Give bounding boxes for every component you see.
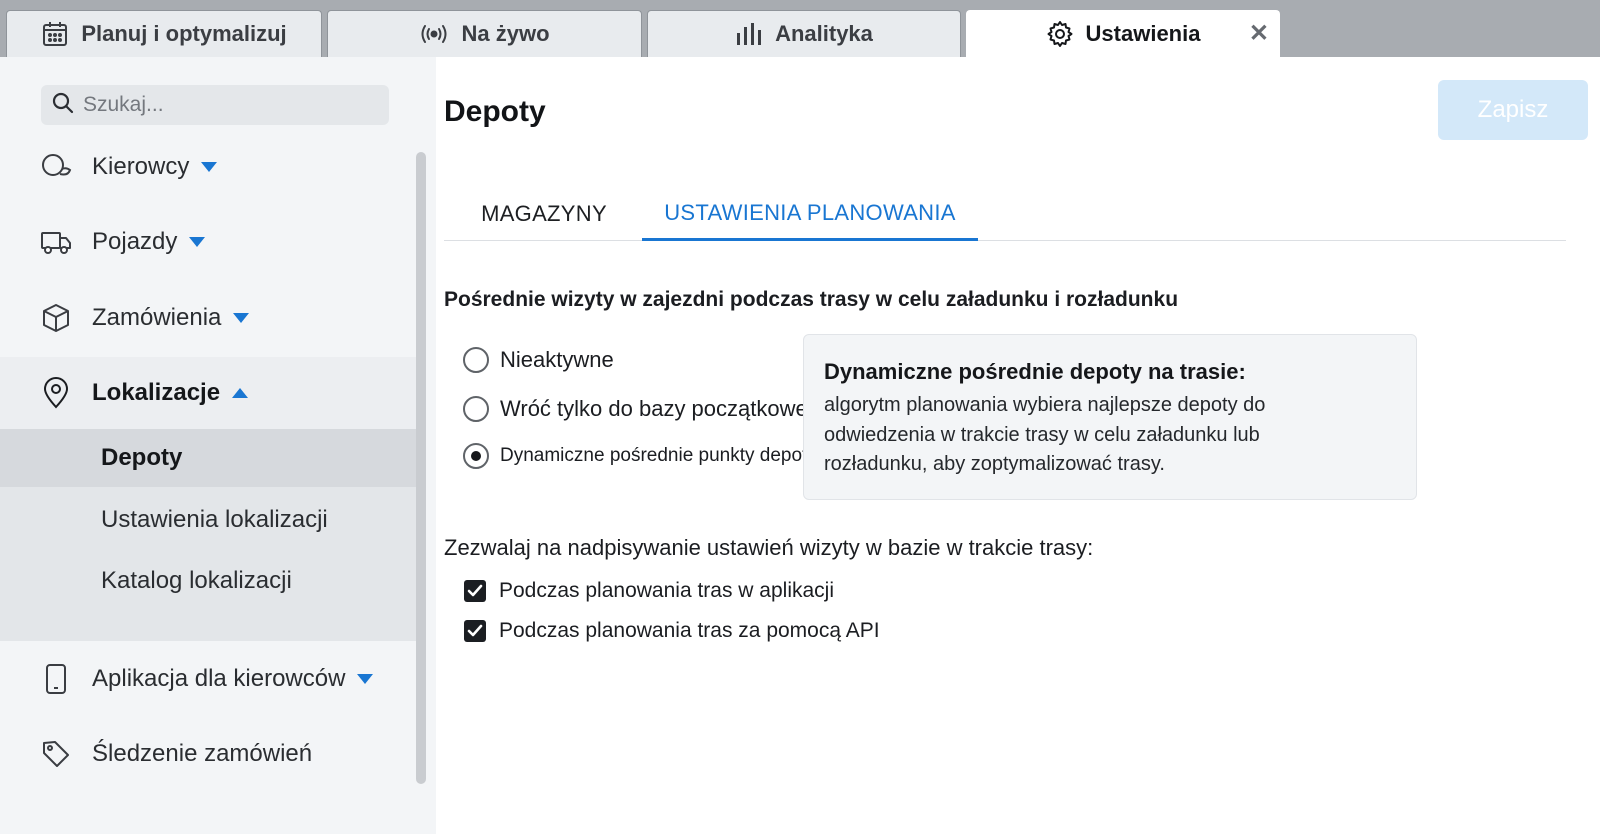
truck-icon — [40, 226, 72, 258]
tab-planning-settings[interactable]: USTAWIENIA PLANOWANIA — [642, 187, 978, 241]
tab-label: Planuj i optymalizuj — [81, 21, 287, 46]
checkbox-checked[interactable] — [464, 620, 486, 642]
checkbox-label: Podczas planowania tras w aplikacji — [499, 579, 835, 602]
radio-option-inactive[interactable]: Nieaktywne — [463, 347, 614, 373]
intermediate-visits-heading: Pośrednie wizyty w zajezdni podczas tras… — [444, 288, 1179, 311]
chevron-down-icon — [357, 674, 374, 684]
radio-label: Wróć tylko do bazy początkowej — [500, 396, 813, 421]
search-input[interactable] — [83, 93, 373, 117]
sidebar-item-drivers[interactable]: Kierowcy — [0, 139, 424, 195]
sidebar-item-label: Zamówienia — [92, 304, 222, 331]
location-pin-icon — [40, 377, 72, 409]
save-button[interactable]: Zapisz — [1438, 80, 1588, 140]
sidebar: Kierowcy Pojazdy Zamówienia Lokalizacje — [0, 57, 436, 834]
tab-live[interactable]: Na żywo — [327, 10, 642, 57]
sidebar-item-locations[interactable]: Lokalizacje — [0, 357, 424, 429]
sidebar-item-label: Pojazdy — [92, 228, 178, 255]
sidebar-subitem-label: Depoty — [101, 444, 183, 471]
chevron-up-icon — [232, 388, 249, 398]
checkbox-app-planning[interactable]: Podczas planowania tras w aplikacji — [464, 579, 834, 603]
bar-chart-icon — [735, 21, 763, 47]
chevron-down-icon — [189, 237, 206, 247]
radio-button-selected[interactable] — [463, 443, 489, 469]
search-box — [41, 85, 389, 125]
page-title: Depoty — [444, 95, 546, 128]
radio-label: Dynamiczne pośrednie punkty depotu — [500, 445, 818, 466]
checkbox-api-planning[interactable]: Podczas planowania tras za pomocą API — [464, 619, 880, 643]
tab-label: Ustawienia — [1085, 21, 1201, 46]
phone-icon — [40, 663, 72, 695]
package-icon — [40, 302, 72, 334]
checkbox-label: Podczas planowania tras za pomocą API — [499, 619, 880, 642]
tab-label: Analityka — [775, 21, 873, 46]
checkbox-checked[interactable] — [464, 580, 486, 602]
radio-button[interactable] — [463, 396, 489, 422]
tab-plan-optimize[interactable]: Planuj i optymalizuj — [6, 10, 322, 57]
sidebar-item-driver-app[interactable]: Aplikacja dla kierowców — [0, 651, 424, 707]
drivers-icon — [40, 151, 72, 183]
gear-icon — [1046, 20, 1074, 48]
override-settings-label: Zezwalaj na nadpisywanie ustawień wizyty… — [444, 535, 1094, 560]
settings-tabs: MAGAZYNY USTAWIENIA PLANOWANIA — [444, 187, 1566, 241]
sidebar-item-label: Śledzenie zamówień — [92, 740, 313, 767]
chevron-down-icon — [201, 162, 218, 172]
sidebar-subitem-label: Katalog lokalizacji — [101, 567, 292, 594]
sidebar-item-order-tracking[interactable]: Śledzenie zamówień — [0, 726, 424, 782]
tab-analytics[interactable]: Analityka — [647, 10, 961, 57]
radio-option-dynamic-depots[interactable]: Dynamiczne pośrednie punkty depotu — [463, 443, 818, 469]
radio-button[interactable] — [463, 347, 489, 373]
sidebar-item-label: Kierowcy — [92, 153, 190, 180]
sidebar-scrollbar[interactable] — [416, 152, 426, 784]
main-content: Depoty Zapisz MAGAZYNY USTAWIENIA PLANOW… — [436, 57, 1600, 834]
info-box-text: algorytm planowania wybiera najlepsze de… — [824, 394, 1266, 475]
info-box: Dynamiczne pośrednie depoty na trasie: a… — [803, 334, 1417, 500]
tab-warehouses[interactable]: MAGAZYNY — [444, 187, 644, 241]
sidebar-subitem-location-settings[interactable]: Ustawienia lokalizacji — [0, 491, 424, 549]
tab-label: Na żywo — [461, 21, 550, 46]
tab-settings[interactable]: Ustawienia ✕ — [966, 10, 1280, 57]
sidebar-item-label: Aplikacja dla kierowców — [92, 665, 346, 692]
locations-submenu: Depoty Ustawienia lokalizacji Katalog lo… — [0, 429, 424, 641]
radio-label: Nieaktywne — [500, 347, 614, 372]
checkmark-icon — [467, 584, 483, 597]
sidebar-subitem-label: Ustawienia lokalizacji — [101, 506, 328, 533]
search-icon — [51, 91, 75, 120]
top-tab-bar: Planuj i optymalizuj Na żywo Analityka U… — [0, 0, 1600, 57]
radio-option-return-to-base[interactable]: Wróć tylko do bazy początkowej — [463, 396, 813, 422]
sidebar-subitem-location-catalog[interactable]: Katalog lokalizacji — [0, 552, 424, 610]
chevron-down-icon — [233, 313, 250, 323]
calendar-icon — [41, 20, 69, 48]
checkmark-icon — [467, 624, 483, 637]
sidebar-item-label: Lokalizacje — [92, 379, 221, 406]
info-box-title: Dynamiczne pośrednie depoty na trasie: — [824, 359, 1246, 384]
close-tab-icon[interactable]: ✕ — [1249, 22, 1269, 46]
tag-icon — [40, 738, 72, 770]
sidebar-item-vehicles[interactable]: Pojazdy — [0, 214, 424, 270]
sidebar-item-orders[interactable]: Zamówienia — [0, 290, 424, 346]
sidebar-subitem-depots[interactable]: Depoty — [0, 429, 424, 487]
live-broadcast-icon — [419, 22, 449, 46]
